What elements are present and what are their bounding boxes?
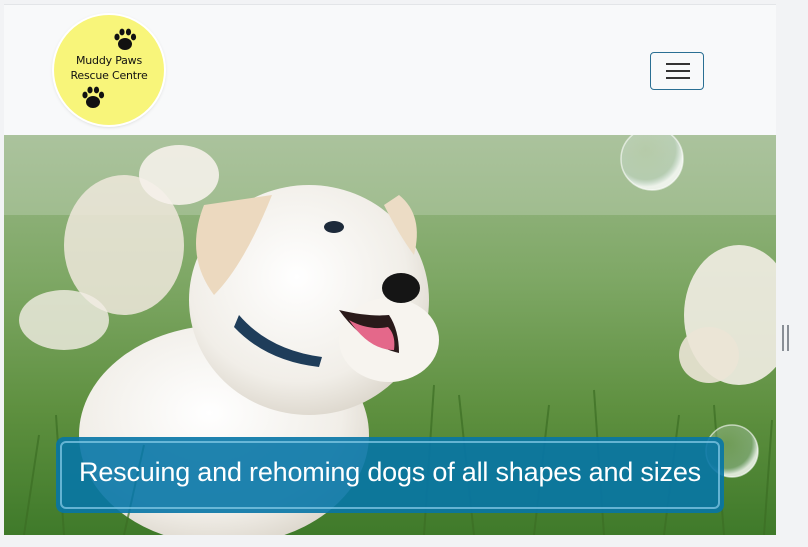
hero-section: Rescuing and rehoming dogs of all shapes… <box>4 135 776 535</box>
hamburger-menu-icon <box>666 63 690 65</box>
resize-handle-line <box>782 325 784 351</box>
page-frame: Muddy Paws Rescue Centre Rescuing and re… <box>4 4 776 535</box>
navbar: Muddy Paws Rescue Centre <box>4 5 776 135</box>
hamburger-bar <box>666 77 690 79</box>
hamburger-bar <box>666 70 690 72</box>
resize-handle-line <box>787 325 789 351</box>
paw-print-icon <box>114 28 137 50</box>
resize-handle[interactable] <box>782 325 790 351</box>
navbar-toggle-button[interactable] <box>650 52 704 90</box>
paw-print-icon <box>82 86 105 108</box>
logo-line-2: Rescue Centre <box>70 69 148 82</box>
hero-tagline: Rescuing and rehoming dogs of all shapes… <box>79 457 701 487</box>
logo-line-1: Muddy Paws <box>75 54 143 67</box>
logo-text: Muddy Paws Rescue Centre <box>54 53 164 83</box>
brand-logo[interactable]: Muddy Paws Rescue Centre <box>54 15 164 125</box>
hero-banner: Rescuing and rehoming dogs of all shapes… <box>56 437 724 513</box>
